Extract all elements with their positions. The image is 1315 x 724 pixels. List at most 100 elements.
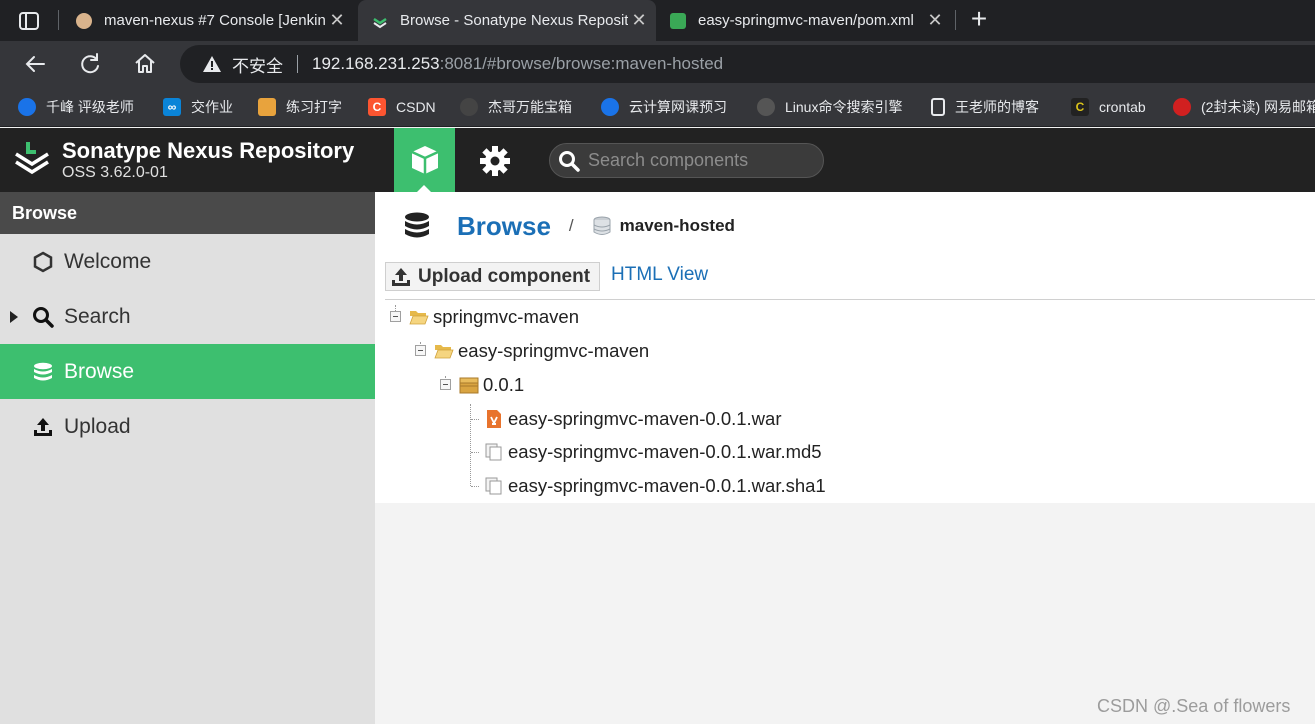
- brand[interactable]: Sonatype Nexus Repository OSS 3.62.0-01: [14, 138, 354, 182]
- sidebar-item-welcome[interactable]: Welcome: [0, 234, 375, 289]
- repository-name: maven-hosted: [619, 216, 735, 235]
- sidebar-item-upload[interactable]: Upload: [0, 399, 375, 454]
- bookmark-crontab[interactable]: Ccrontab: [1071, 95, 1146, 119]
- search-input[interactable]: [588, 150, 808, 171]
- product-version: OSS 3.62.0-01: [62, 164, 168, 181]
- close-tab-icon[interactable]: ✕: [328, 11, 346, 29]
- database-icon: [34, 362, 52, 380]
- back-button[interactable]: [20, 49, 50, 79]
- upload-component-button[interactable]: Upload component: [385, 262, 600, 291]
- tree-node-sha1-file[interactable]: easy-springmvc-maven-0.0.1.war.sha1: [484, 473, 826, 499]
- bookmark-netease-mail[interactable]: (2封未读) 网易邮箱: [1173, 95, 1315, 119]
- bookmarks-bar: 千峰 评级老师 ∞ 交作业 练习打字 C CSDN 杰哥万能宝箱 云计算网课预习 L…: [0, 87, 1315, 127]
- tab-jenkins-console[interactable]: maven-nexus #7 Console [Jenkins] ✕: [64, 0, 354, 41]
- bookmark-icon: [258, 98, 276, 116]
- search-components-box[interactable]: [549, 143, 824, 178]
- home-button[interactable]: [130, 49, 160, 79]
- close-tab-icon[interactable]: ✕: [630, 11, 648, 29]
- linux-icon: [757, 98, 775, 116]
- bookmark-label: 交作业: [191, 99, 233, 115]
- product-name: Sonatype Nexus Repository: [62, 138, 355, 163]
- bookmark-linux-search[interactable]: Linux命令搜索引擎: [757, 95, 902, 119]
- browser-toolbar: 不安全 192.168.231.253:8081/#browse/browse:…: [0, 41, 1315, 87]
- folder-open-icon: [409, 311, 429, 325]
- bookmark-csdn[interactable]: C CSDN: [368, 95, 436, 119]
- new-tab-button[interactable]: +: [966, 4, 992, 34]
- package-icon: [459, 377, 479, 394]
- bookmark-typing[interactable]: 练习打字: [258, 95, 342, 119]
- collapse-toggle-icon[interactable]: [440, 379, 451, 390]
- tab-actions-icon[interactable]: [18, 10, 40, 32]
- main-panel: Browse / maven-hosted Upload component H…: [375, 192, 1315, 724]
- tree-node-easy-springmvc-maven[interactable]: easy-springmvc-maven: [434, 338, 649, 364]
- browse-mode-button[interactable]: [394, 128, 455, 192]
- tree-connector: [471, 452, 479, 453]
- jenkins-icon: [76, 12, 92, 29]
- bookmark-teacher-blog[interactable]: 王老师的博客: [931, 95, 1039, 119]
- bookmark-label: 王老师的博客: [955, 99, 1039, 115]
- breadcrumb-separator: /: [568, 216, 574, 235]
- sidebar: Browse Welcome Search Browse Upload: [0, 192, 375, 724]
- tree-node-label: easy-springmvc-maven-0.0.1.war.sha1: [508, 475, 826, 496]
- bookmark-label: 练习打字: [286, 99, 342, 115]
- page-title[interactable]: Browse: [457, 211, 551, 242]
- bookmark-label: crontab: [1099, 99, 1146, 115]
- folder-open-icon: [434, 345, 454, 359]
- tree-node-label: easy-springmvc-maven-0.0.1.war: [508, 408, 782, 429]
- gear-icon: [480, 146, 510, 176]
- browse-content: Browse / maven-hosted Upload component H…: [375, 192, 1315, 503]
- tab-pom-xml[interactable]: easy-springmvc-maven/pom.xml ✕: [660, 0, 952, 41]
- upload-icon: [392, 267, 410, 286]
- bookmark-icon: [18, 98, 36, 116]
- bookmark-icon: [601, 98, 619, 116]
- csdn-icon: C: [368, 98, 386, 116]
- bookmark-cloud-course[interactable]: 云计算网课预习: [601, 95, 727, 119]
- hexagon-icon: [33, 251, 53, 272]
- page-icon: [931, 98, 945, 116]
- tree-top-border: [385, 299, 1315, 300]
- file-icon: [485, 477, 502, 495]
- sidebar-item-search[interactable]: Search: [0, 289, 375, 344]
- administration-button[interactable]: [478, 144, 512, 178]
- collapse-toggle-icon[interactable]: [415, 345, 426, 356]
- sidebar-item-label: Search: [64, 304, 131, 328]
- tree-connector: [470, 404, 471, 486]
- collapse-toggle-icon[interactable]: [390, 311, 401, 322]
- tree-connector: [471, 486, 479, 487]
- reload-button[interactable]: [75, 49, 105, 79]
- bookmark-label: 云计算网课预习: [629, 99, 727, 115]
- address-bar[interactable]: 不安全 192.168.231.253:8081/#browse/browse:…: [180, 45, 1315, 83]
- html-view-link[interactable]: HTML View: [611, 264, 708, 286]
- close-tab-icon[interactable]: ✕: [926, 11, 944, 29]
- tab-separator: [58, 10, 59, 30]
- url-host: 192.168.231.253: [312, 54, 440, 73]
- upload-icon: [34, 417, 52, 436]
- sidebar-item-label: Upload: [64, 414, 131, 438]
- arrow-left-icon: [25, 56, 45, 72]
- url-text[interactable]: 192.168.231.253:8081/#browse/browse:mave…: [312, 54, 723, 74]
- bookmark-homework[interactable]: ∞ 交作业: [163, 95, 233, 119]
- sidebar-item-browse[interactable]: Browse: [0, 344, 375, 399]
- url-path: :8081/#browse/browse:maven-hosted: [439, 54, 724, 73]
- address-divider: [297, 55, 298, 73]
- expand-arrow-icon[interactable]: [10, 310, 18, 323]
- watermark: CSDN @.Sea of flowers: [1097, 696, 1291, 716]
- home-icon: [135, 54, 155, 73]
- tab-title: maven-nexus #7 Console [Jenkins]: [104, 12, 326, 29]
- bookmark-jiege[interactable]: 杰哥万能宝箱: [460, 95, 572, 119]
- warning-icon[interactable]: [202, 54, 222, 74]
- file-icon: [485, 443, 502, 461]
- bookmark-label: (2封未读) 网易邮箱: [1201, 99, 1315, 115]
- tree-node-label: easy-springmvc-maven: [458, 340, 650, 361]
- reload-icon: [81, 53, 99, 74]
- tree-node-md5-file[interactable]: easy-springmvc-maven-0.0.1.war.md5: [484, 439, 822, 465]
- tree-node-war-file[interactable]: easy-springmvc-maven-0.0.1.war: [484, 406, 781, 432]
- tree-node-label: 0.0.1: [483, 374, 525, 395]
- not-secure-label[interactable]: 不安全: [232, 52, 283, 77]
- gitee-icon: [670, 12, 686, 29]
- bookmark-qianfeng[interactable]: 千峰 评级老师: [18, 95, 134, 119]
- tree-node-version[interactable]: 0.0.1: [459, 372, 524, 398]
- tree-node-springmvc-maven[interactable]: springmvc-maven: [409, 304, 579, 330]
- tab-nexus-browse[interactable]: Browse - Sonatype Nexus Repository ✕: [358, 0, 656, 41]
- tab-separator: [955, 10, 956, 30]
